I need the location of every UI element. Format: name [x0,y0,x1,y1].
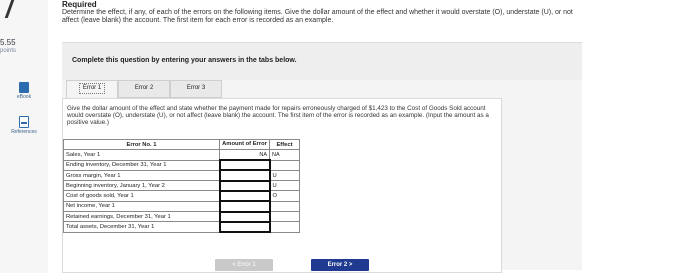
effect-input[interactable] [269,221,300,233]
amount-input[interactable] [218,189,271,203]
table-row: Cost of goods sold, Year 1 O [63,189,300,203]
effect-input[interactable] [269,211,300,223]
amount-input[interactable] [218,210,271,223]
table-header-amount: Amount of Error [219,138,270,151]
sidebar-item-label: eBook [16,94,32,100]
effect-input[interactable] [269,159,300,171]
row-label: Ending inventory, December 31, Year 1 [63,159,220,171]
sidebar-item-label: References [11,129,37,135]
table-row: Gross margin, Year 1 U [63,169,300,182]
table-row: Net income, Year 1 [63,200,300,213]
panel-text: Complete this question by entering your … [72,57,297,64]
row-label: Sales, Year 1 [63,149,220,161]
effect-input[interactable]: U [269,169,300,182]
effect-cell: NA [269,149,300,161]
score-value: 5.55 [0,38,16,47]
table-header-description: Error No. 1 [63,138,220,151]
effect-input[interactable] [269,200,300,213]
score-unit: points [0,48,17,54]
table-row: Ending inventory, December 31, Year 1 [63,159,300,172]
amount-input[interactable] [218,200,271,213]
question-text: Give the dollar amount of the effect and… [67,105,489,126]
table-header-effect: Effect [269,138,300,151]
row-label: Total assets, December 31, Year 1 [63,221,220,233]
sidebar-item-references[interactable]: References [2,116,46,135]
instructions-text: Determine the effect, if any, of each of… [62,9,573,24]
sidebar-item-ebook[interactable]: eBook [2,82,46,100]
amount-input[interactable] [218,169,271,182]
row-label: Beginning inventory, January 1, Year 2 [63,180,220,192]
effect-input[interactable]: U [269,180,300,192]
instruction-panel: Complete this question by entering your … [62,42,582,81]
effect-input[interactable]: O [269,190,300,202]
tab-error-1[interactable]: Error 1 [66,80,118,98]
table-row: Total assets, December 31, Year 1 [63,220,300,234]
next-tab-button[interactable]: Error 2 > [311,259,369,271]
section-title: Required [62,0,97,9]
question-box: Give the dollar amount of the effect and… [62,98,502,273]
amount-cell: NA [219,149,270,161]
pen-mark-icon [4,0,15,18]
table-row: Beginning inventory, January 1, Year 2 U [63,179,300,193]
book-icon [19,82,29,93]
prev-tab-button[interactable]: < Error 1 [215,259,273,271]
amount-input[interactable] [218,159,271,172]
tab-error-2[interactable]: Error 2 [118,80,170,98]
score-display: 5.55 points [0,38,16,56]
amount-input[interactable] [218,179,271,193]
row-label: Cost of goods sold, Year 1 [63,190,220,202]
tab-error-3[interactable]: Error 3 [170,80,222,98]
tab-label: Error 2 [134,85,154,91]
table-row: Retained earnings, December 31, Year 1 [63,210,300,223]
tab-label: Error 3 [186,85,206,91]
answer-table: Error No. 1 Amount of Error Effect Sales… [63,138,300,234]
table-row: Sales, Year 1 NA NA [63,149,300,161]
amount-input[interactable] [218,220,271,234]
row-label: Net income, Year 1 [63,200,220,213]
left-sidebar: 5.55 points eBook References [0,0,48,273]
row-label: Retained earnings, December 31, Year 1 [63,211,220,223]
row-label: Gross margin, Year 1 [63,169,220,182]
tab-label: Error 1 [78,83,106,94]
document-icon [19,116,29,128]
